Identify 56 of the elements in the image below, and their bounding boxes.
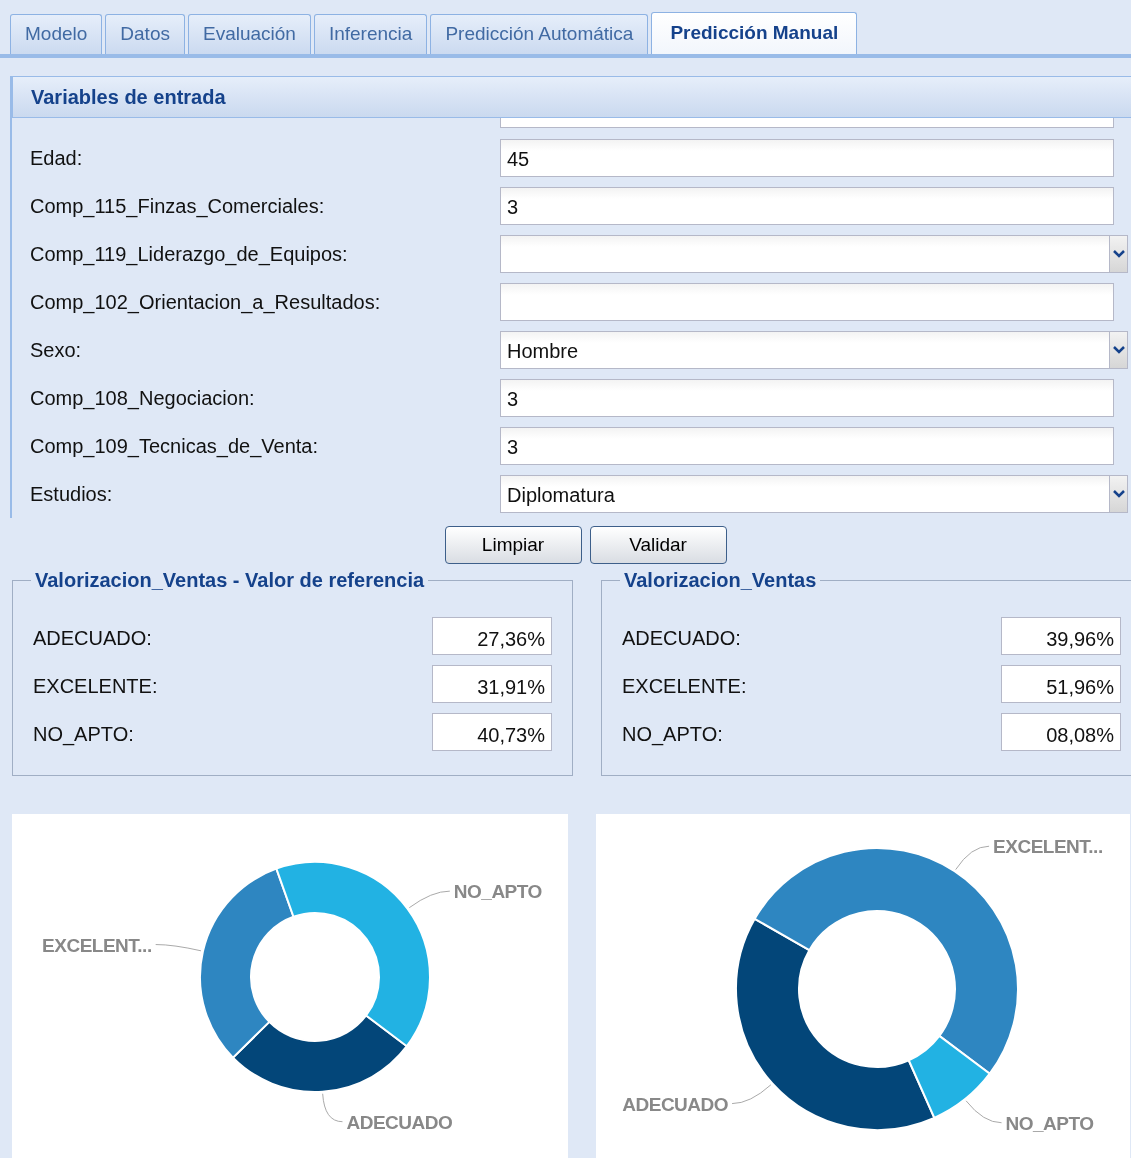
dropdown-trigger[interactable] [1110,475,1128,513]
chevron-down-icon [1111,345,1126,355]
leader-line [955,845,990,871]
result-value-field: 40,73% [432,713,552,751]
input-field[interactable] [500,118,1114,128]
dropdown-field[interactable] [500,235,1111,273]
result-label: EXCELENTE: [33,674,158,699]
result-label: EXCELENTE: [622,674,747,699]
result-label: NO_APTO: [622,722,723,748]
tab[interactable]: Inferencia [313,14,428,54]
slice-label: ADECUADO [622,1093,729,1115]
result-label: ADECUADO: [33,626,152,651]
leader-line [322,1093,343,1123]
field-label: Comp_115_Finzas_Comerciales: [30,194,326,220]
panel-header: Variables de entrada [12,76,1131,118]
field-label: Sexo: [30,338,83,363]
slice-label: NO_APTO [453,881,542,903]
tab[interactable]: Predicción Automática [430,14,649,54]
leader-line [155,944,202,952]
input-field[interactable]: 3 [500,379,1114,417]
result-label: NO_APTO: [33,722,134,748]
tab[interactable]: Evaluación [187,14,311,54]
chevron-down-icon [1111,489,1126,499]
field-label: Estudios: [30,482,114,507]
result-label: ADECUADO: [622,626,741,651]
input-field[interactable]: 3 [500,187,1114,225]
result-value-field: 31,91% [432,665,552,703]
result-value-field: 08,08% [1001,713,1121,751]
dropdown-trigger[interactable] [1110,331,1128,369]
field-label: Comp_109_Tecnicas_de_Venta: [30,434,319,460]
tab[interactable]: Datos [105,14,185,54]
leader-line [731,1084,772,1105]
slice-label: EXCELENT... [42,934,152,956]
slice-label: ADECUADO [346,1111,453,1133]
result-value-field: 27,36% [432,617,552,655]
tab[interactable]: Predicción Manual [651,12,858,54]
leader-line [965,1100,1003,1124]
dropdown-trigger[interactable] [1110,235,1128,273]
chevron-down-icon [1111,249,1126,259]
input-field[interactable]: 45 [500,139,1114,177]
dropdown-field[interactable]: Diplomatura [500,475,1111,513]
slice-label: NO_APTO [1005,1112,1094,1134]
tab[interactable]: Modelo [10,14,103,54]
input-field[interactable]: 3 [500,427,1114,465]
result-value-field: 51,96% [1001,665,1121,703]
input-field[interactable] [500,283,1114,321]
field-label: Comp_119_Liderazgo_de_Equipos: [30,242,349,268]
field-label: Comp_102_Orientacion_a_Resultados: [30,290,382,316]
slice-label: EXCELENT... [993,836,1103,858]
dropdown-field[interactable]: Hombre [500,331,1111,369]
field-label: Edad: [30,146,84,171]
field-label: Comp_108_Negociacion: [30,386,256,412]
action-button[interactable]: Validar [589,526,727,564]
result-value-field: 39,96% [1001,617,1121,655]
action-button[interactable]: Limpiar [444,526,582,564]
leader-line [408,890,451,909]
